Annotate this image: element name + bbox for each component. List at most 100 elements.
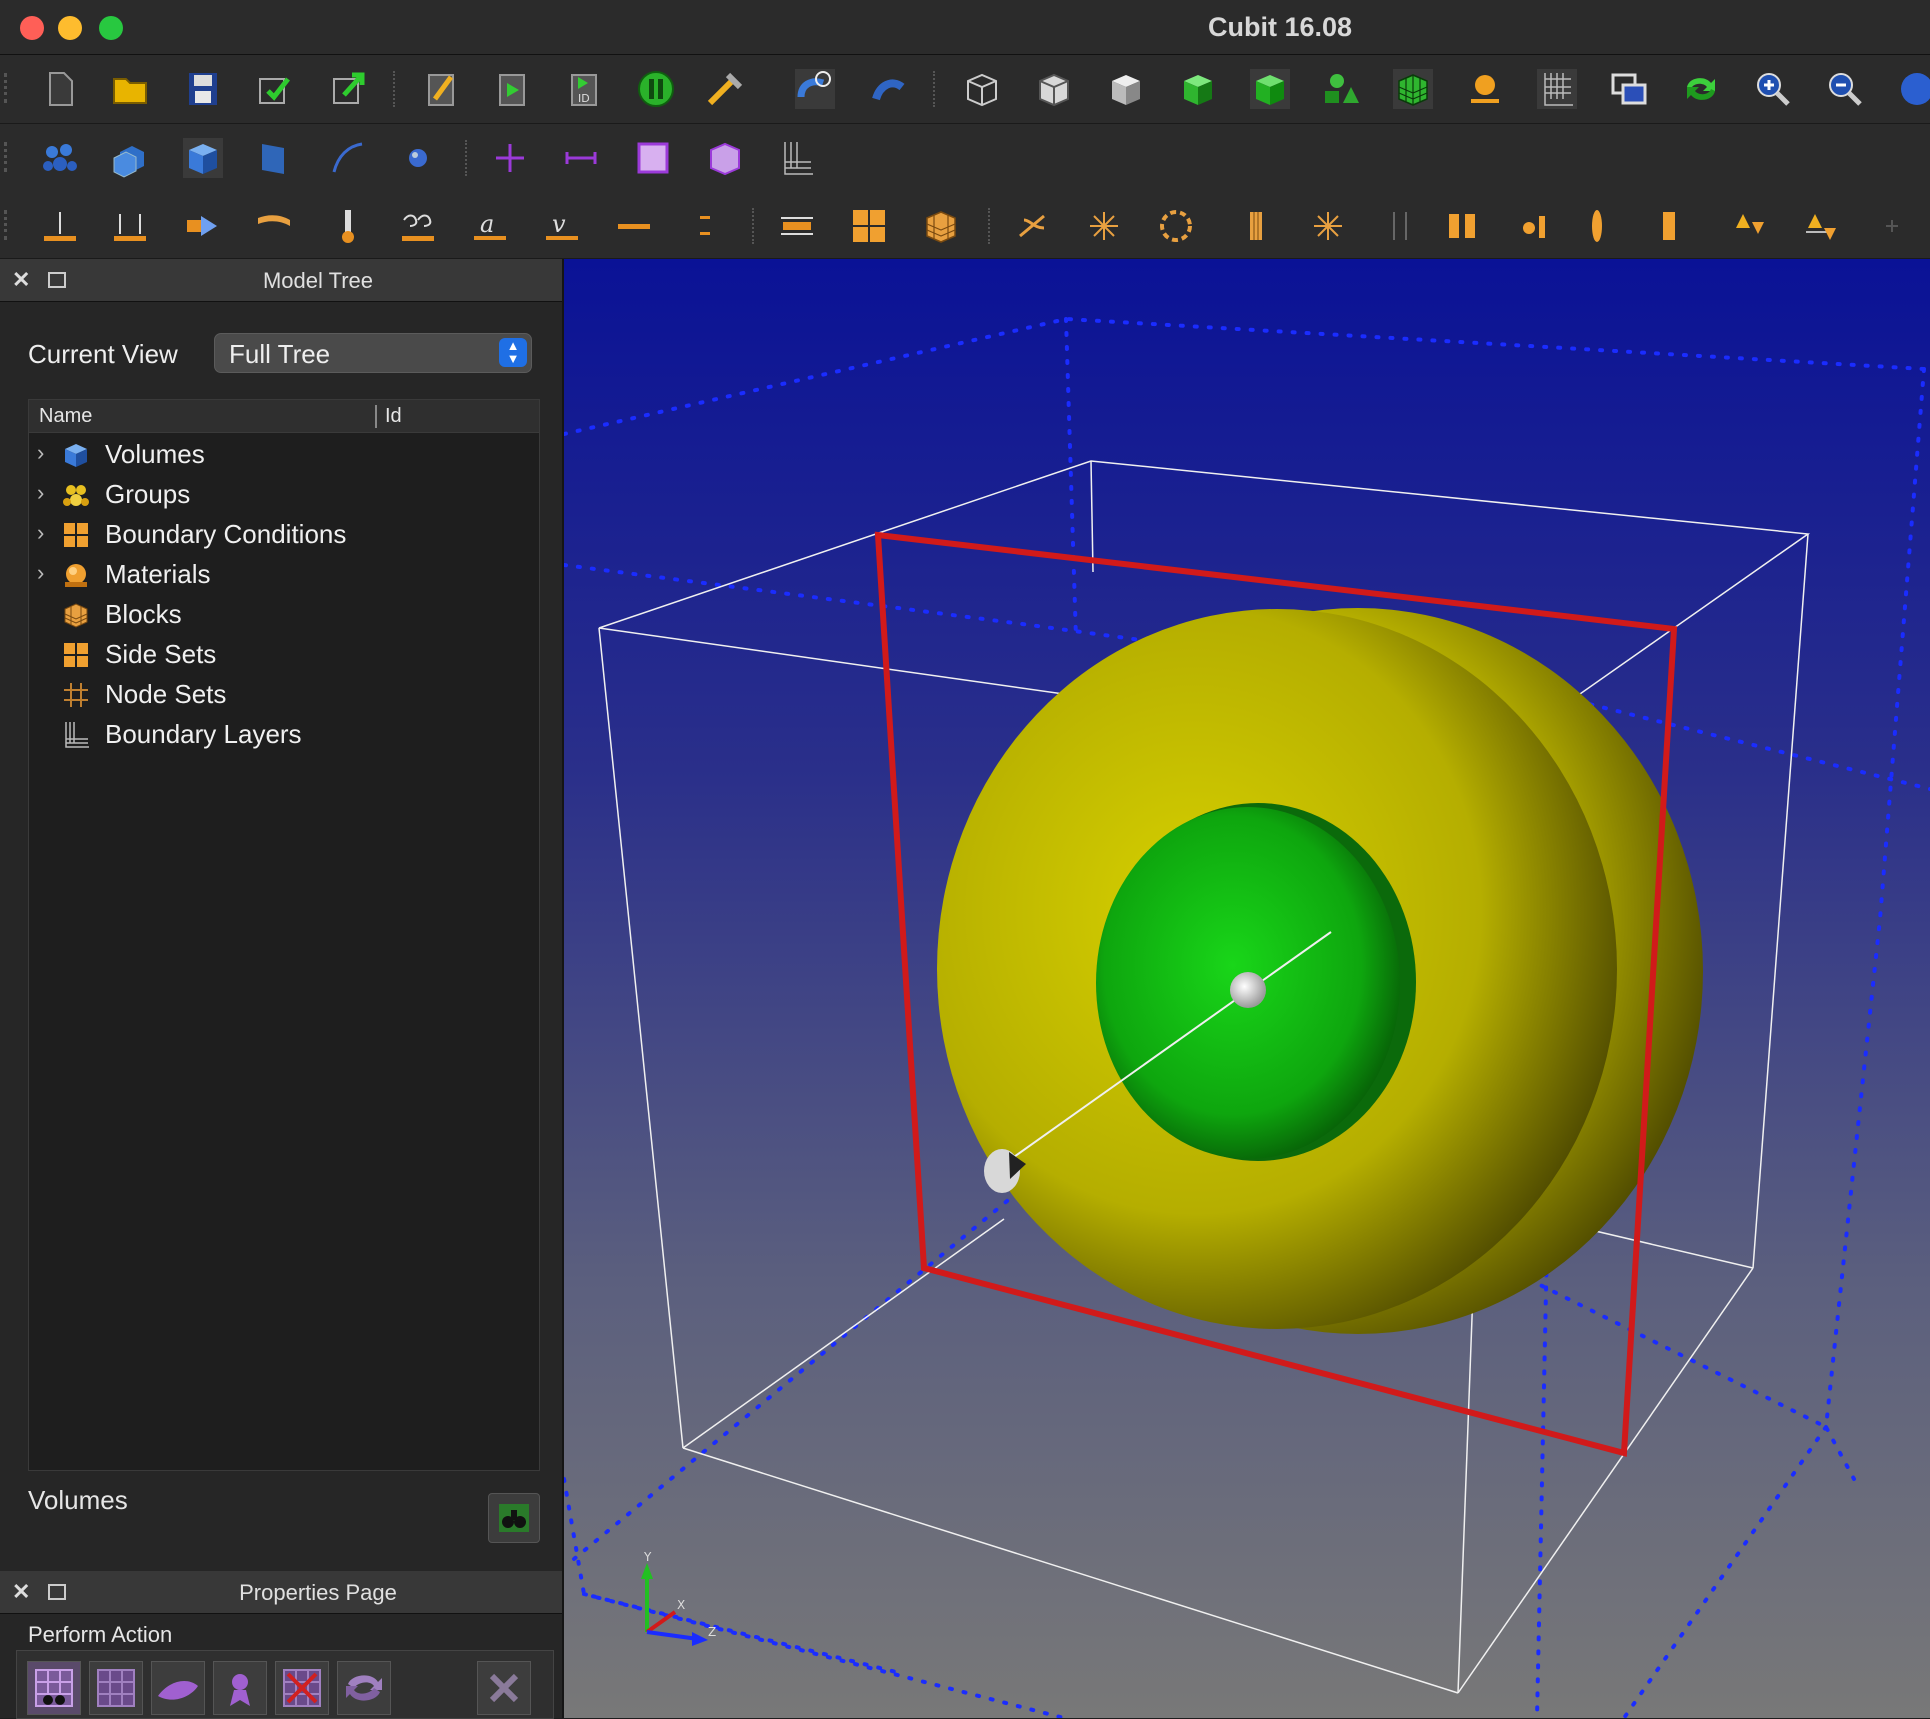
bc-ellipse-icon[interactable] [1577,206,1617,246]
id-icon[interactable]: ID [564,69,604,109]
toolbar-handle[interactable] [4,210,11,240]
multi-volume-icon[interactable] [110,138,150,178]
remesh-button[interactable] [337,1661,391,1715]
find-button[interactable] [488,1493,540,1543]
tree-item-side-sets[interactable]: Side Sets [29,635,537,675]
tree-item-label: Boundary Layers [105,719,302,749]
edge-select-icon[interactable] [561,138,601,178]
chevron-right-icon[interactable]: › [37,560,44,586]
bc-velocity-icon[interactable]: v [542,206,582,246]
bc-column-icon[interactable] [1236,206,1276,246]
hex-select-icon[interactable] [705,138,745,178]
bc-pause-icon[interactable] [1443,206,1483,246]
side-sets-icon [64,643,88,667]
chevron-right-icon[interactable]: › [37,480,44,506]
bc-contact-icon[interactable] [777,206,817,246]
tree-item-volumes[interactable]: › Volumes [29,435,537,475]
model-scene[interactable]: Y X Z [564,259,1930,1718]
green-cube-icon[interactable] [1178,69,1218,109]
groups-select-icon[interactable] [40,138,80,178]
tree-item-node-sets[interactable]: Node Sets [29,675,537,715]
bc-line2-icon[interactable] [686,206,726,246]
shapes-icon[interactable] [1321,69,1361,109]
toolbar-boundary-conditions: a v [0,192,1930,259]
toolbar-handle[interactable] [4,73,11,103]
curve-select-icon[interactable] [328,138,368,178]
quality-button[interactable] [213,1661,267,1715]
graphics-viewport[interactable]: Y X Z [564,259,1930,1718]
volume-select-icon[interactable] [183,138,223,178]
bc-block-icon[interactable] [921,206,961,246]
window-icon[interactable] [1609,69,1649,109]
bc-force-icon[interactable] [110,206,150,246]
bc-acceleration-icon[interactable]: a [470,206,510,246]
current-view-select[interactable]: Full Tree ▲ ▼ [214,333,532,373]
model-tree[interactable]: Name Id › Volumes › Groups › Boundary Co… [28,399,540,1471]
bc-pressure-icon[interactable] [183,206,223,246]
tree-item-materials[interactable]: › Materials [29,555,537,595]
smooth-button[interactable] [151,1661,205,1715]
tree-item-boundary-layers[interactable]: Boundary Layers [29,715,537,755]
bc-line-icon[interactable] [614,206,654,246]
tree-item-groups[interactable]: › Groups [29,475,537,515]
boundary-conditions-icon [64,523,88,547]
tools-icon[interactable] [706,69,746,109]
edit-journal-icon[interactable] [421,69,461,109]
boundary-layer-icon[interactable] [777,138,817,178]
pause-icon[interactable] [636,69,676,109]
bc-fan4-icon[interactable] [1308,206,1348,246]
bc-heat-flux-icon[interactable] [254,206,294,246]
face-select-icon[interactable] [633,138,673,178]
hidden-line-cube-icon[interactable] [1034,69,1074,109]
open-folder-icon[interactable] [110,69,150,109]
bc-fan2-icon[interactable] [1084,206,1124,246]
bc-up-down-icon[interactable] [1730,206,1770,246]
shaded-cube-icon[interactable] [1106,69,1146,109]
bc-displacement-icon[interactable] [40,206,80,246]
wireframe-cube-icon[interactable] [962,69,1002,109]
undo-icon[interactable] [868,69,908,109]
mesh-find-button[interactable] [27,1661,81,1715]
bc-column2-icon[interactable] [1649,206,1689,246]
column-id-header[interactable]: Id [375,405,402,428]
mesh-grid-button[interactable] [89,1661,143,1715]
tree-item-label: Blocks [105,599,182,629]
cancel-action-button[interactable] [477,1661,531,1715]
column-name-header[interactable]: Name [39,405,92,428]
refresh-icon[interactable] [1681,69,1721,109]
center-point[interactable] [1230,972,1266,1008]
svg-text:ID: ID [578,92,590,105]
bc-up-down2-icon[interactable] [1802,206,1842,246]
toolbar-handle[interactable] [4,142,11,172]
green-solid-cube-icon[interactable] [1250,69,1290,109]
import-icon[interactable] [254,69,294,109]
light-icon[interactable] [1465,69,1505,109]
undo-toggle-icon[interactable] [795,69,835,109]
new-file-icon[interactable] [40,69,80,109]
bc-fan3-icon[interactable] [1156,206,1196,246]
bc-split-icon[interactable] [1380,206,1420,246]
tree-item-label: Volumes [105,439,205,469]
bc-fan1-icon[interactable] [1012,206,1052,246]
chevron-right-icon[interactable]: › [37,520,44,546]
node-select-icon[interactable] [490,138,530,178]
globe-icon[interactable] [1897,69,1930,109]
play-journal-icon[interactable] [492,69,532,109]
vertex-select-icon[interactable] [398,138,438,178]
bc-rigid-icon[interactable] [1515,206,1555,246]
mesh-cube-icon[interactable] [1393,69,1433,109]
bc-plus-icon[interactable] [1872,206,1912,246]
bc-convection-icon[interactable] [398,206,438,246]
delete-mesh-button[interactable] [275,1661,329,1715]
zoom-in-icon[interactable] [1753,69,1793,109]
save-icon[interactable] [183,69,223,109]
tree-item-boundary-conditions[interactable]: › Boundary Conditions [29,515,537,555]
zoom-out-icon[interactable] [1825,69,1865,109]
surface-select-icon[interactable] [254,138,294,178]
grid-icon[interactable] [1537,69,1577,109]
bc-sideset-icon[interactable] [849,206,889,246]
bc-temperature-icon[interactable] [328,206,368,246]
chevron-right-icon[interactable]: › [37,440,44,466]
tree-item-blocks[interactable]: Blocks [29,595,537,635]
export-icon[interactable] [328,69,368,109]
